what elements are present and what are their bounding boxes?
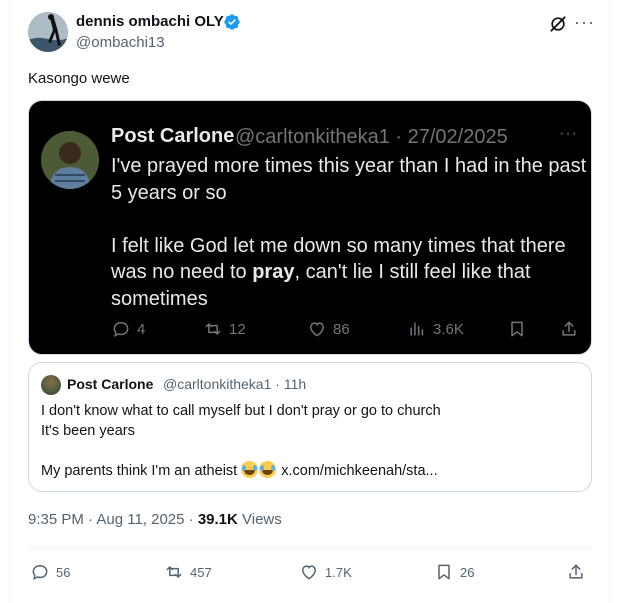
reply-count: 56 [56,564,71,580]
embedded-screenshot[interactable]: Post Carlone @carltonkitheka1 · 27/02/20… [28,100,592,355]
screenshot-line-2: I felt like God let me down so many time… [111,234,566,310]
screenshot-avatar [41,131,99,189]
reply-icon [113,321,129,338]
timestamp[interactable]: 9:35 PM · Aug 11, 2025 · [28,511,198,528]
repost-icon [166,566,182,578]
like-button[interactable]: 1.7K [299,562,352,582]
bookmark-icon [438,564,450,580]
bookmark-button[interactable]: 26 [434,562,474,582]
quoted-body: I don't know what to call myself but I d… [41,401,581,481]
quoted-handle-time: @carltonkitheka1 · 11h [163,376,307,392]
author-name[interactable]: dennis ombachi OLY [76,13,224,30]
screenshot-bookmark-stat [507,319,527,339]
analytics-icon [410,322,424,336]
heart-icon [301,565,317,580]
views-label: Views [237,511,282,528]
screenshot-repost-stat: 12 [203,319,246,339]
tweet-meta: 9:35 PM · Aug 11, 2025 · 39.1K Views [28,511,282,528]
grok-icon[interactable] [548,14,568,34]
bookmark-count: 26 [460,564,475,580]
quoted-line-1: I don't know what to call myself but I d… [41,403,441,419]
screenshot-handle-date: @carltonkitheka1 · 27/02/2025 [235,126,508,148]
screenshot-share-stat [559,319,579,339]
repost-button[interactable]: 457 [164,562,212,582]
laughing-emoji-icon [259,461,277,478]
more-icon[interactable]: ··· [574,12,595,32]
screenshot-more-icon: ··· [559,125,578,142]
screenshot-actions: 4 12 86 3.6K [111,319,581,343]
quoted-line-3: My parents think I'm an atheist x.com/mi… [41,461,438,479]
reply-icon [32,564,48,581]
screenshot-line-1: I've prayed more times this year than I … [111,155,587,204]
verified-badge-icon [224,14,240,30]
repost-count: 457 [190,564,212,580]
heart-icon [309,322,325,337]
screenshot-like-stat: 86 [307,319,350,339]
bookmark-icon [511,321,523,337]
share-button[interactable] [566,562,586,582]
screenshot-body: I've prayed more times this year than I … [111,153,589,312]
quoted-link[interactable]: x.com/michkeenah/sta... [281,463,437,479]
screenshot-reply-stat: 4 [111,319,145,339]
quoted-avatar [41,375,61,395]
quoted-author-name: Post Carlone [67,376,154,392]
like-count: 1.7K [325,564,352,580]
share-icon [569,564,583,579]
screenshot-views-stat: 3.6K [407,319,464,339]
quoted-tweet[interactable]: Post Carlone @carltonkitheka1 · 11h I do… [28,362,592,492]
repost-icon [205,323,221,335]
quoted-line-2: It's been years [41,423,135,439]
views-count: 39.1K [197,511,238,528]
divider [28,547,592,548]
reply-button[interactable]: 56 [30,562,70,582]
author-avatar[interactable] [28,12,68,52]
author-handle[interactable]: @ombachi13 [76,34,165,51]
laughing-emoji-icon [241,461,259,478]
share-icon [562,321,576,336]
screenshot-author-name: Post Carlone [111,125,235,147]
tweet-text: Kasongo wewe [28,70,130,87]
